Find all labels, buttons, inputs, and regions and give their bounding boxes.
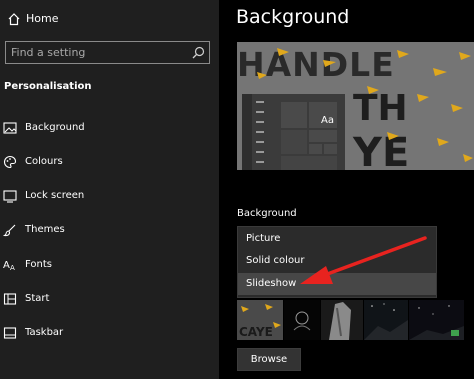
thumbnail-image	[284, 300, 320, 340]
sidebar-item-fonts[interactable]: A A Fonts	[0, 253, 219, 279]
thumbnail-image	[364, 300, 408, 340]
home-label: Home	[26, 12, 59, 25]
image-icon	[3, 122, 17, 134]
recent-image-thumbnail[interactable]: CAYE	[237, 300, 283, 340]
dropdown-option-slideshow[interactable]: Slideshow	[238, 273, 436, 295]
page-title: Background	[236, 6, 350, 28]
search-placeholder: Find a setting	[11, 46, 86, 59]
recent-image-thumbnail[interactable]	[364, 300, 408, 340]
background-field-label: Background	[237, 208, 297, 219]
background-type-dropdown[interactable]: Picture Solid colour Slideshow	[237, 226, 437, 298]
settings-sidebar: Home Find a setting Personalisation Back…	[0, 0, 219, 379]
dropdown-option-picture[interactable]: Picture	[238, 228, 436, 250]
recent-image-thumbnail[interactable]	[409, 300, 464, 340]
sidebar-item-themes[interactable]: Themes	[0, 218, 219, 244]
sidebar-item-colours[interactable]: Colours	[0, 150, 219, 176]
option-label: Slideshow	[246, 278, 297, 289]
option-label: Picture	[246, 233, 281, 244]
browse-button[interactable]: Browse	[237, 348, 301, 371]
font-icon: A A	[3, 260, 15, 272]
svg-text:A: A	[10, 264, 15, 272]
thumbnail-image	[409, 300, 464, 340]
search-icon[interactable]	[192, 46, 205, 59]
palette-icon	[4, 155, 17, 169]
sidebar-item-label: Taskbar	[25, 327, 64, 338]
preview-sample-text: Aa	[321, 115, 334, 126]
sidebar-item-label: Start	[25, 293, 50, 304]
section-title: Personalisation	[4, 81, 92, 92]
sidebar-item-label: Colours	[25, 156, 63, 167]
lock-screen-icon	[3, 190, 17, 203]
browse-button-label: Browse	[250, 354, 288, 365]
thumbnail-image: CAYE	[237, 300, 283, 340]
start-grid-icon	[3, 293, 17, 305]
recent-image-thumbnail[interactable]	[321, 300, 363, 340]
brush-icon	[3, 224, 16, 237]
wallpaper-preview-image: HANDLE TH YE	[237, 42, 474, 170]
sidebar-item-label: Background	[25, 122, 85, 133]
home-nav-item[interactable]: Home	[0, 8, 219, 32]
dropdown-option-solid-colour[interactable]: Solid colour	[238, 250, 436, 272]
sidebar-item-lock-screen[interactable]: Lock screen	[0, 184, 219, 210]
sidebar-item-label: Lock screen	[25, 190, 85, 201]
svg-text:CAYE: CAYE	[239, 325, 273, 339]
recent-image-thumbnail[interactable]	[284, 300, 320, 340]
option-label: Solid colour	[246, 255, 305, 266]
sidebar-item-label: Fonts	[25, 259, 52, 270]
svg-text:A: A	[3, 260, 10, 271]
svg-text:TH: TH	[353, 88, 408, 129]
sidebar-item-taskbar[interactable]: Taskbar	[0, 321, 219, 347]
sidebar-item-background[interactable]: Background	[0, 116, 219, 142]
search-field[interactable]: Find a setting	[5, 41, 210, 64]
taskbar-icon	[3, 327, 17, 339]
desktop-preview: HANDLE TH YE Aa	[237, 42, 474, 170]
svg-text:YE: YE	[352, 130, 409, 170]
thumbnail-image	[321, 300, 363, 340]
sidebar-item-start[interactable]: Start	[0, 287, 219, 313]
home-icon	[8, 13, 20, 26]
sidebar-item-label: Themes	[25, 224, 65, 235]
background-settings-pane: Background HANDLE TH YE Aa Background Pi…	[219, 0, 474, 379]
recent-images-row: CAYE	[237, 300, 474, 340]
